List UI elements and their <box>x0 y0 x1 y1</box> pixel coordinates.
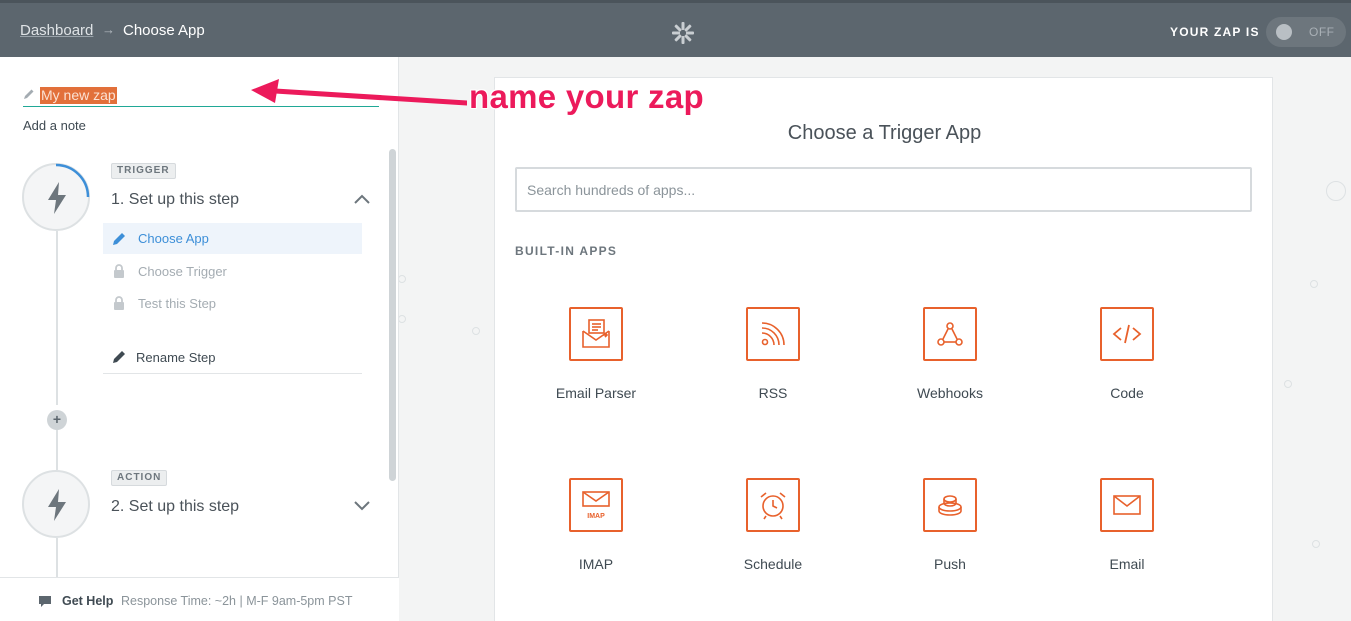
top-bar: Dashboard → Choose App YOUR ZAP IS OFF <box>0 0 1351 57</box>
chevron-up-icon[interactable] <box>353 193 371 205</box>
background-decoration <box>472 327 480 335</box>
app-tile-schedule[interactable]: Schedule <box>693 478 853 598</box>
substep-choose-app[interactable]: Choose App <box>103 223 362 254</box>
rss-icon <box>761 322 785 346</box>
zap-editor-sidebar: My new zap Add a note TRIGGER 1. Set up … <box>0 57 399 621</box>
rename-step-label: Rename Step <box>136 350 216 365</box>
sidebar-scrollbar[interactable] <box>389 149 396 481</box>
substep-choose-trigger: Choose Trigger <box>103 256 362 287</box>
app-tile-push[interactable]: Push <box>870 478 1030 598</box>
section-label: BUILT-IN APPS <box>515 244 618 258</box>
zap-name-value[interactable]: My new zap <box>40 87 117 104</box>
app-icon-tile <box>923 478 977 532</box>
background-decoration <box>398 275 406 283</box>
app-name: RSS <box>758 385 788 401</box>
lock-icon <box>114 296 124 310</box>
add-note-link[interactable]: Add a note <box>23 118 86 133</box>
app-tile-code[interactable]: Code <box>1047 307 1207 427</box>
toggle-label: OFF <box>1309 25 1335 39</box>
app-name: Code <box>1110 385 1144 401</box>
background-decoration <box>1284 380 1292 388</box>
breadcrumb-arrow: → <box>102 22 115 37</box>
substep-test-step: Test this Step <box>103 288 362 319</box>
imap-icon: IMAP <box>582 491 610 520</box>
card-title: Choose a Trigger App <box>787 122 982 144</box>
add-step-button[interactable]: + <box>47 410 67 430</box>
pencil-icon <box>24 89 34 99</box>
app-tile-rss[interactable]: RSS <box>693 307 853 427</box>
breadcrumb-dashboard-link[interactable]: Dashboard <box>20 22 93 39</box>
timeline-line <box>56 538 58 578</box>
trigger-step-circle[interactable] <box>22 163 90 231</box>
step-title-2[interactable]: 2. Set up this step <box>111 498 239 516</box>
webhooks-icon <box>937 322 963 346</box>
app-icon-tile <box>746 478 800 532</box>
pencil-icon <box>113 351 125 363</box>
chevron-down-icon[interactable] <box>353 499 371 511</box>
app-tile-email[interactable]: Email <box>1047 478 1207 598</box>
schedule-icon <box>760 492 786 520</box>
step-tag-trigger: TRIGGER <box>111 163 176 179</box>
app-search-field[interactable] <box>515 167 1252 212</box>
app-icon-tile <box>923 307 977 361</box>
substep-label: Choose Trigger <box>138 264 227 279</box>
step-tag-action: ACTION <box>111 470 168 486</box>
substep-label: Choose App <box>138 231 209 246</box>
substep-label: Test this Step <box>138 296 217 311</box>
zap-on-off-toggle[interactable]: OFF <box>1266 17 1346 47</box>
annotation-arrow <box>251 79 467 106</box>
lightning-bolt-icon <box>48 489 66 521</box>
action-step-circle[interactable] <box>22 470 90 538</box>
background-decoration <box>398 315 406 323</box>
rename-step-button[interactable]: Rename Step <box>103 340 362 374</box>
app-name: Email <box>1109 556 1145 572</box>
email-icon <box>1113 495 1141 515</box>
app-name: Push <box>934 556 966 572</box>
email-parser-icon <box>582 319 610 348</box>
annotation-text: name your zap <box>469 78 704 115</box>
code-icon <box>1112 324 1142 344</box>
timeline-line <box>56 231 58 405</box>
app-tile-email-parser[interactable]: Email Parser <box>516 307 676 427</box>
app-tile-webhooks[interactable]: Webhooks <box>870 307 1030 427</box>
app-search-input[interactable] <box>517 169 1250 210</box>
app-icon-tile: IMAP <box>569 478 623 532</box>
lightning-bolt-icon <box>48 182 66 214</box>
toggle-knob <box>1276 24 1292 40</box>
breadcrumb-current: Choose App <box>123 22 205 39</box>
zap-status-label: YOUR ZAP IS <box>1170 25 1260 39</box>
app-name: Email Parser <box>555 385 637 401</box>
chat-bubble-icon <box>39 596 51 607</box>
lock-icon <box>114 264 124 278</box>
push-icon <box>938 495 962 516</box>
background-decoration <box>1312 540 1320 548</box>
app-icon-tile <box>1100 307 1154 361</box>
background-decoration <box>1326 181 1346 201</box>
pencil-icon <box>113 233 125 245</box>
get-help-link[interactable]: Get Help <box>62 594 113 608</box>
app-name: Schedule <box>743 556 803 572</box>
svg-text:IMAP: IMAP <box>587 513 605 520</box>
step-title-1[interactable]: 1. Set up this step <box>111 191 239 209</box>
app-name: IMAP <box>578 556 614 572</box>
app-tile-imap[interactable]: IMAP IMAP <box>516 478 676 598</box>
response-time-text: Response Time: ~2h | M-F 9am-5pm PST <box>121 594 353 608</box>
background-decoration <box>1310 280 1318 288</box>
app-name: Webhooks <box>917 385 983 401</box>
choose-app-card: Choose a Trigger App BUILT-IN APPS Email… <box>494 77 1273 621</box>
app-icon-tile <box>746 307 800 361</box>
app-icon-tile <box>1100 478 1154 532</box>
app-icon-tile <box>569 307 623 361</box>
timeline-line <box>56 430 58 470</box>
help-bar: Get Help Response Time: ~2h | M-F 9am-5p… <box>0 577 399 621</box>
zapier-gear-icon[interactable] <box>671 21 695 45</box>
